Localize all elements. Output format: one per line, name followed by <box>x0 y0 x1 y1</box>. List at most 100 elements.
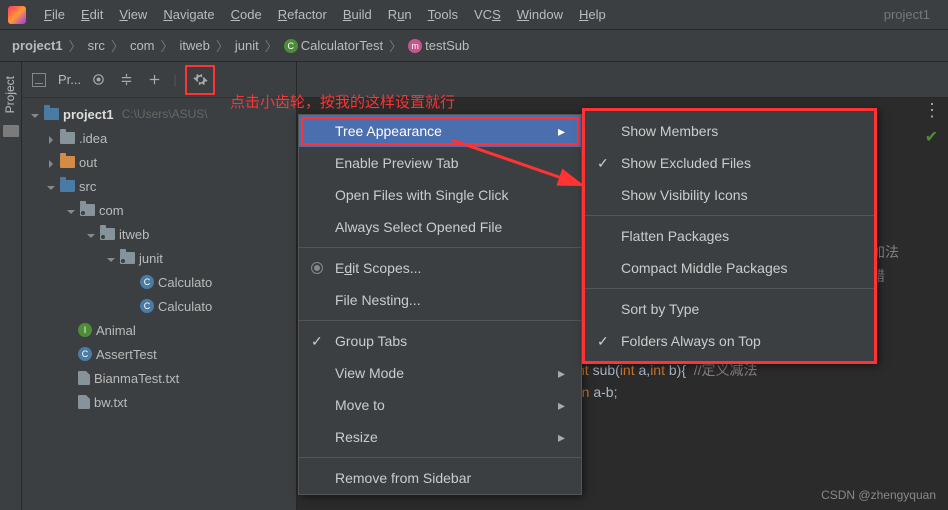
chevron-right-icon: 〉 <box>389 36 402 55</box>
menu-separator <box>585 215 874 216</box>
chevron-right-icon: 〉 <box>111 36 124 55</box>
menu-always-select[interactable]: Always Select Opened File <box>299 211 581 243</box>
menu-separator <box>299 247 581 248</box>
menu-run[interactable]: Run <box>380 3 420 26</box>
gear-menu: Tree Appearance▸ Enable Preview Tab Open… <box>298 114 582 495</box>
watermark: CSDN @zhengyquan <box>821 488 936 502</box>
menu-flatten-packages[interactable]: Flatten Packages <box>585 220 874 252</box>
interface-icon: I <box>78 323 92 337</box>
class-icon: C <box>78 347 92 361</box>
chevron-right-icon: ▸ <box>558 397 565 414</box>
tree-item[interactable]: itweb <box>22 222 296 246</box>
annotation-text: 点击小齿轮，按我的这样设置就行 <box>230 91 455 112</box>
menu-resize[interactable]: Resize▸ <box>299 421 581 453</box>
tree-item[interactable]: out <box>22 150 296 174</box>
check-icon: ✓ <box>311 333 323 350</box>
menu-separator <box>585 288 874 289</box>
menu-edit-scopes[interactable]: Edit Scopes... <box>299 252 581 284</box>
expand-all-icon[interactable] <box>115 69 137 91</box>
tree-item[interactable]: C Calculato <box>22 294 296 318</box>
chevron-right-icon: 〉 <box>69 36 82 55</box>
inspection-ok-icon[interactable]: ✔ <box>925 127 938 147</box>
tree-item[interactable]: C Calculato <box>22 270 296 294</box>
menu-vcs[interactable]: VCS <box>466 3 509 26</box>
tree-item[interactable]: junit <box>22 246 296 270</box>
breadcrumb-item[interactable]: itweb <box>180 38 210 53</box>
menu-move-to[interactable]: Move to▸ <box>299 389 581 421</box>
kebab-icon[interactable]: ⋮ <box>923 100 940 121</box>
breadcrumb-item[interactable]: project1 <box>12 38 63 53</box>
project-icon <box>44 108 59 120</box>
breadcrumb-item[interactable]: mtestSub <box>408 38 469 54</box>
menu-tools[interactable]: Tools <box>420 3 466 26</box>
select-target-icon[interactable] <box>87 69 109 91</box>
class-icon: C <box>284 39 298 53</box>
file-icon <box>78 395 90 409</box>
tool-title: Pr... <box>58 72 81 87</box>
check-icon: ✓ <box>597 333 609 350</box>
gear-icon[interactable] <box>189 69 211 91</box>
method-icon: m <box>408 39 422 53</box>
menu-show-members[interactable]: Show Members <box>585 115 874 147</box>
chevron-right-icon: ▸ <box>558 365 565 382</box>
chevron-down-icon <box>46 181 56 191</box>
menu-edit[interactable]: Edit <box>73 3 111 26</box>
chevron-down-icon <box>106 253 116 263</box>
menu-window[interactable]: Window <box>509 3 571 26</box>
check-icon: ✓ <box>597 155 609 172</box>
chevron-right-icon: ▸ <box>558 429 565 446</box>
app-icon <box>8 6 26 24</box>
chevron-down-icon <box>66 205 76 215</box>
annotation-box-gear <box>185 65 215 95</box>
tool-tab-project[interactable]: Project <box>0 70 20 119</box>
chevron-right-icon: ▸ <box>558 123 565 140</box>
menu-help[interactable]: Help <box>571 3 614 26</box>
menu-show-visibility[interactable]: Show Visibility Icons <box>585 179 874 211</box>
structure-icon[interactable] <box>3 125 19 137</box>
tree-item[interactable]: com <box>22 198 296 222</box>
menu-file-nesting[interactable]: File Nesting... <box>299 284 581 316</box>
chevron-right-icon: 〉 <box>216 36 229 55</box>
tool-strip: Project <box>0 62 22 510</box>
radio-icon <box>311 262 323 274</box>
menu-navigate[interactable]: Navigate <box>155 3 222 26</box>
breadcrumb-item[interactable]: src <box>88 38 105 53</box>
menu-refactor[interactable]: Refactor <box>270 3 335 26</box>
breadcrumb: project1 〉 src 〉 com 〉 itweb 〉 junit 〉 C… <box>0 30 948 62</box>
file-icon <box>78 371 90 385</box>
breadcrumb-item[interactable]: CCalculatorTest <box>284 38 383 54</box>
collapse-all-icon[interactable] <box>143 69 165 91</box>
tree-item[interactable]: bw.txt <box>22 390 296 414</box>
tree-item[interactable]: BianmaTest.txt <box>22 366 296 390</box>
breadcrumb-item[interactable]: junit <box>235 38 259 53</box>
window-icon[interactable] <box>28 69 50 91</box>
folder-icon <box>60 132 75 144</box>
menu-view[interactable]: View <box>111 3 155 26</box>
package-icon <box>100 228 115 240</box>
tree-item[interactable]: I Animal <box>22 318 296 342</box>
menu-folders-on-top[interactable]: ✓Folders Always on Top <box>585 325 874 357</box>
chevron-right-icon: 〉 <box>265 36 278 55</box>
menu-show-excluded[interactable]: ✓Show Excluded Files <box>585 147 874 179</box>
menu-enable-preview[interactable]: Enable Preview Tab <box>299 147 581 179</box>
menu-build[interactable]: Build <box>335 3 380 26</box>
tree-item[interactable]: src <box>22 174 296 198</box>
menu-view-mode[interactable]: View Mode▸ <box>299 357 581 389</box>
menu-code[interactable]: Code <box>223 3 270 26</box>
package-icon <box>80 204 95 216</box>
menu-file[interactable]: File <box>36 3 73 26</box>
breadcrumb-item[interactable]: com <box>130 38 155 53</box>
chevron-right-icon <box>46 157 56 167</box>
project-sidebar: Pr... | project1 C:\Users\ASUS\ .idea <box>22 62 297 510</box>
window-project-name: project1 <box>884 7 940 22</box>
menu-sort-by-type[interactable]: Sort by Type <box>585 293 874 325</box>
chevron-down-icon <box>86 229 96 239</box>
folder-icon <box>60 156 75 168</box>
menu-tree-appearance[interactable]: Tree Appearance▸ <box>299 115 581 147</box>
menu-open-single-click[interactable]: Open Files with Single Click <box>299 179 581 211</box>
tree-item[interactable]: .idea <box>22 126 296 150</box>
divider-icon: | <box>171 69 179 91</box>
tree-item[interactable]: C AssertTest <box>22 342 296 366</box>
menu-remove-sidebar[interactable]: Remove from Sidebar <box>299 462 581 494</box>
menu-compact-packages[interactable]: Compact Middle Packages <box>585 252 874 284</box>
